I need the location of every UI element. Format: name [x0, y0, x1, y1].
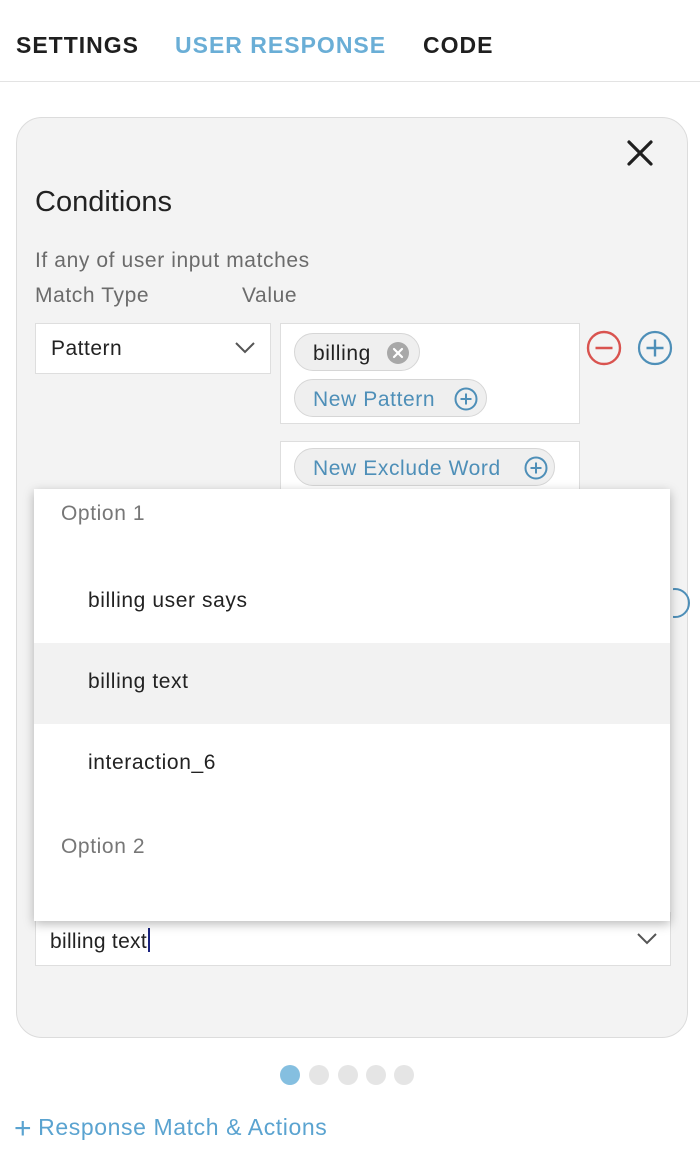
tab-code[interactable]: CODE: [423, 32, 493, 59]
add-circle-icon[interactable]: [524, 456, 548, 480]
pattern-chip: billing: [294, 333, 420, 371]
dropdown-group-label: Option 1: [61, 502, 146, 525]
plus-icon: +: [14, 1112, 33, 1145]
add-circle-icon[interactable]: [673, 585, 693, 621]
match-type-value: Pattern: [51, 337, 123, 360]
page-dot[interactable]: [309, 1065, 329, 1085]
new-pattern-chip[interactable]: New Pattern: [294, 379, 487, 417]
pattern-chip-label: billing: [313, 342, 371, 365]
dropdown-option-label: billing text: [88, 670, 189, 693]
remove-condition-button[interactable]: [586, 330, 622, 366]
add-circle-icon[interactable]: [454, 387, 478, 411]
pagination-dots: [280, 1065, 420, 1085]
dropdown-option-label: billing user says: [88, 589, 248, 612]
conditions-title: Conditions: [35, 186, 173, 218]
interaction-input-value: billing text: [50, 930, 147, 953]
page-dot[interactable]: [366, 1065, 386, 1085]
add-condition-button[interactable]: [637, 330, 673, 366]
add-response-match-label: Response Match & Actions: [38, 1114, 328, 1140]
dropdown-option[interactable]: billing user says: [34, 562, 670, 643]
text-caret: [147, 928, 150, 952]
value-label: Value: [242, 284, 298, 307]
page-dot[interactable]: [338, 1065, 358, 1085]
pattern-value-box: billing New Pattern: [280, 323, 580, 424]
new-exclude-label: New Exclude Word: [313, 457, 501, 480]
remove-chip-icon[interactable]: [386, 341, 410, 365]
autocomplete-dropdown: Option 1 billing user says billing text …: [34, 489, 670, 921]
tab-user-response[interactable]: USER RESPONSE: [175, 32, 386, 59]
conditions-subtitle: If any of user input matches: [35, 249, 310, 272]
chevron-down-icon[interactable]: [636, 932, 658, 946]
add-circle-icon: [637, 330, 673, 366]
dropdown-group-label: Option 2: [61, 835, 146, 858]
tab-bar: SETTINGS USER RESPONSE CODE: [0, 0, 700, 82]
match-type-select[interactable]: Pattern: [35, 323, 271, 374]
new-pattern-label: New Pattern: [313, 388, 436, 411]
remove-circle-icon: [586, 330, 622, 366]
dropdown-option-label: interaction_6: [88, 751, 217, 774]
dropdown-option[interactable]: interaction_6: [34, 724, 670, 805]
tab-settings[interactable]: SETTINGS: [16, 32, 139, 59]
page-dot[interactable]: [394, 1065, 414, 1085]
match-type-label: Match Type: [35, 284, 150, 307]
chevron-down-icon: [235, 342, 255, 354]
dropdown-option-highlighted[interactable]: billing text: [34, 643, 670, 724]
new-exclude-chip[interactable]: New Exclude Word: [294, 448, 555, 486]
close-icon[interactable]: [621, 134, 659, 172]
add-response-match-link[interactable]: + Response Match & Actions: [14, 1112, 327, 1146]
page-dot-active[interactable]: [280, 1065, 300, 1085]
